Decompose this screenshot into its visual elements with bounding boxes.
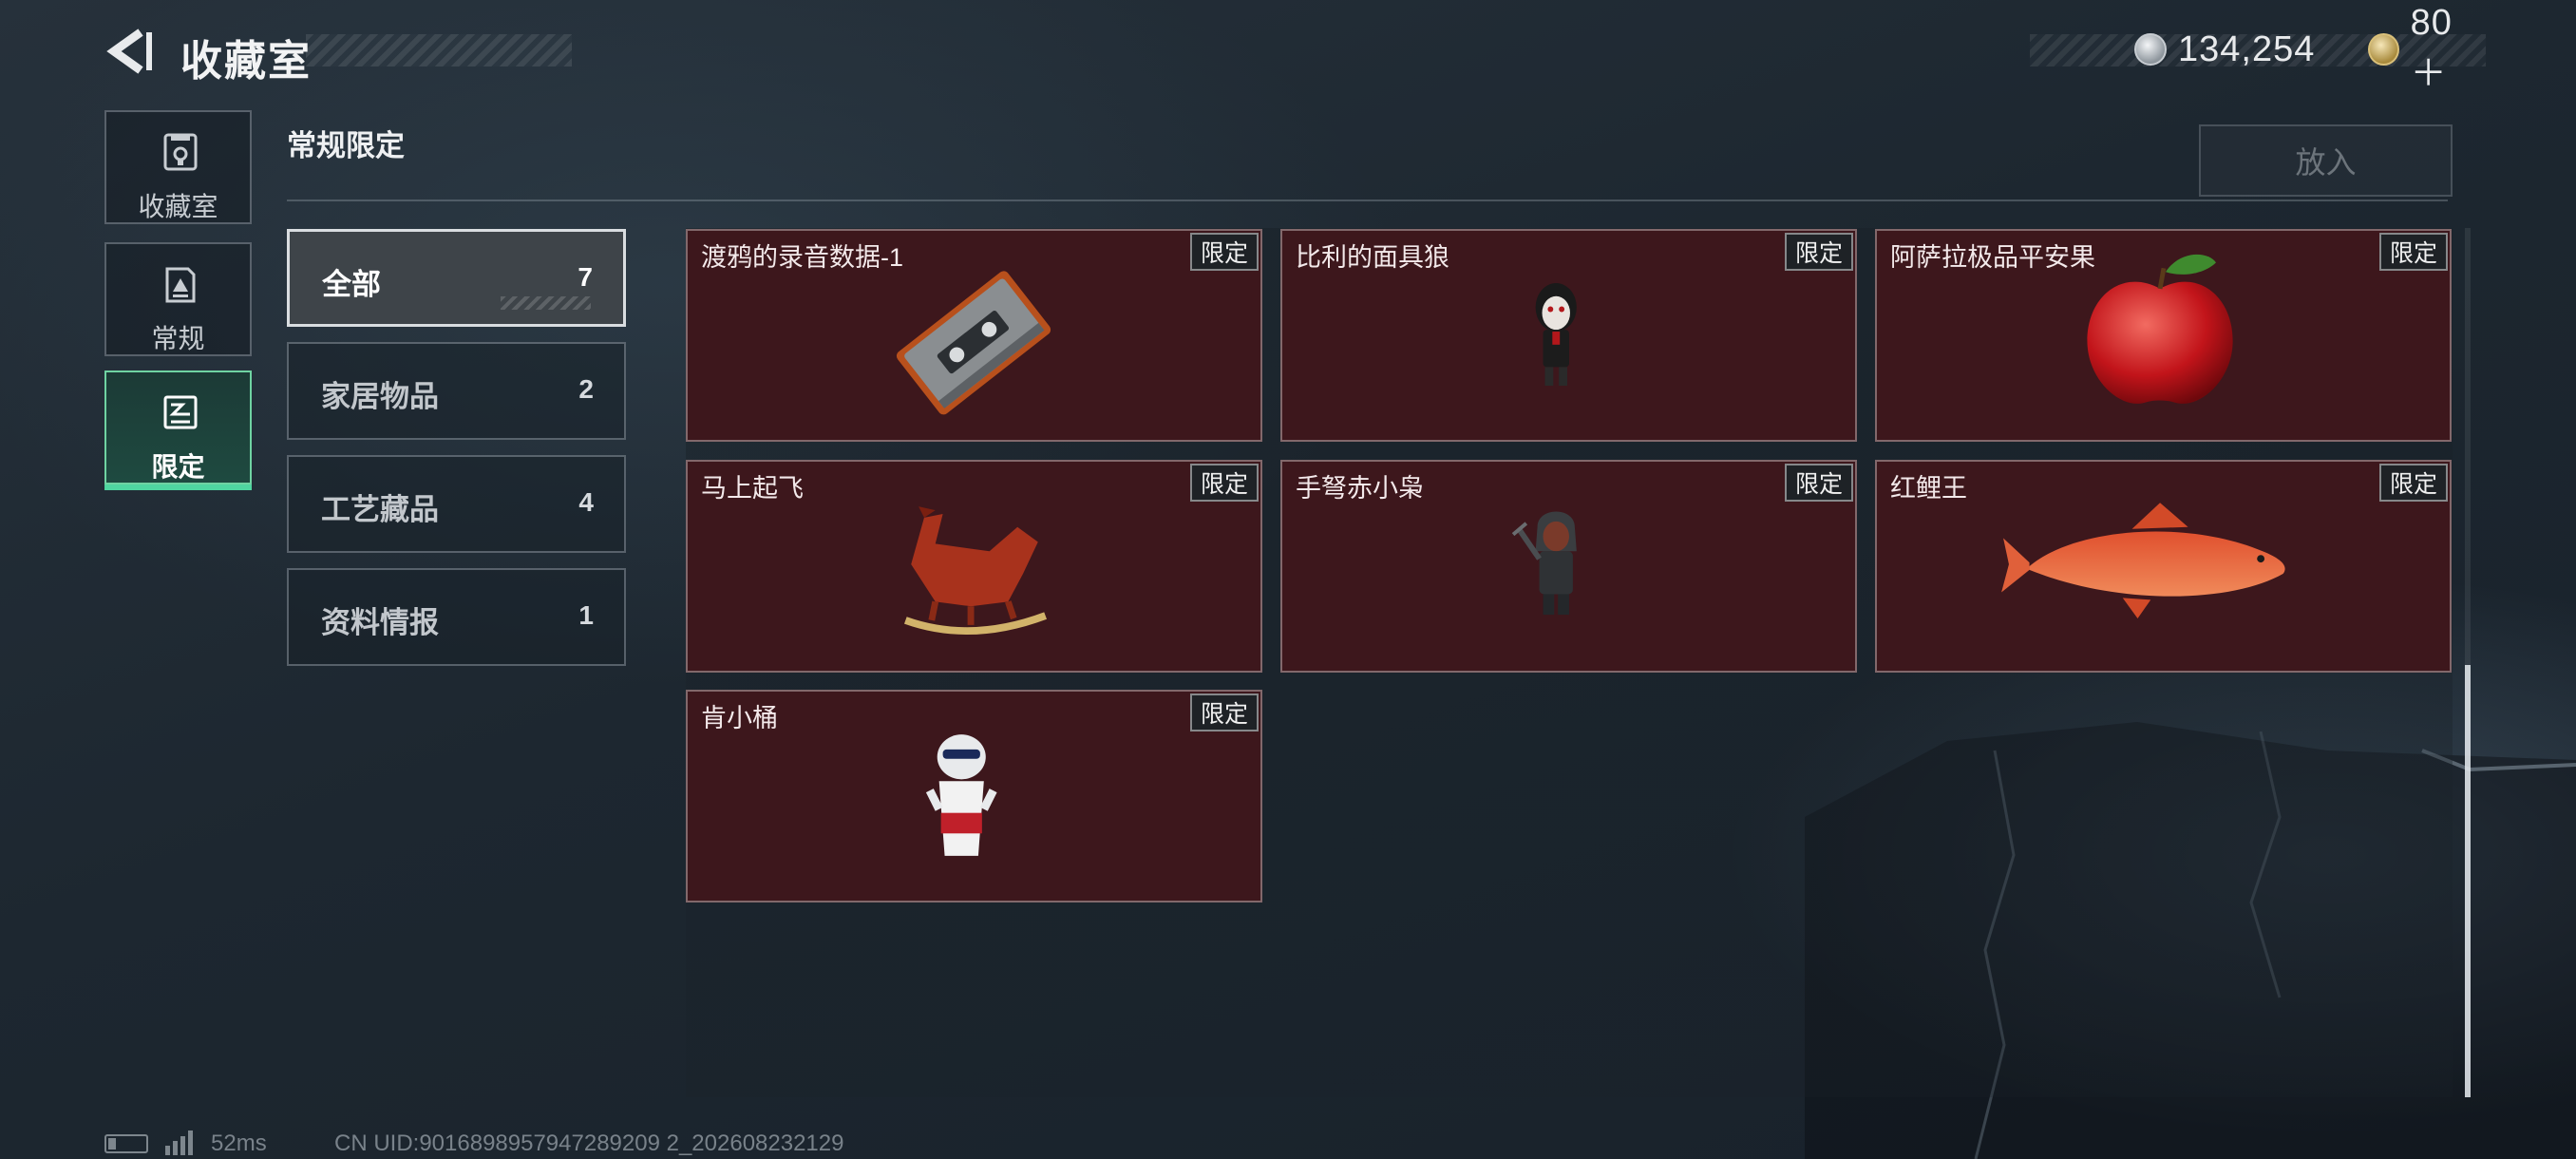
nav-item-collection-room[interactable]: 收藏室 bbox=[104, 110, 252, 224]
silver-currency: 134,254 bbox=[2134, 28, 2315, 70]
category-label: 全部 bbox=[322, 268, 381, 301]
page-title: 收藏室 bbox=[180, 38, 312, 85]
currency-bar: 134,254 80＋ bbox=[2030, 3, 2486, 94]
section-title: 常规限定 bbox=[287, 129, 405, 162]
item-card[interactable]: 渡鸦的录音数据-1 限定 bbox=[686, 229, 1262, 442]
item-name: 肯小桶 bbox=[701, 704, 778, 732]
silver-value: 134,254 bbox=[2178, 28, 2316, 69]
item-name: 渡鸦的录音数据-1 bbox=[701, 243, 904, 272]
item-card[interactable]: 肯小桶 限定 bbox=[686, 690, 1262, 902]
nav-label: 限定 bbox=[151, 452, 205, 482]
signal-icon bbox=[165, 1130, 193, 1155]
title-area: 收藏室 bbox=[163, 25, 572, 85]
nav-label: 常规 bbox=[151, 324, 205, 353]
section-divider bbox=[287, 200, 2448, 201]
scrollbar-thumb[interactable] bbox=[2465, 665, 2471, 1097]
item-card[interactable]: 阿萨拉极品平安果 限定 bbox=[1875, 229, 2452, 442]
collection-room-icon bbox=[161, 131, 199, 173]
category-count: 2 bbox=[578, 374, 594, 404]
category-crafts[interactable]: 工艺藏品 4 bbox=[287, 455, 626, 553]
item-card[interactable]: 红鲤王 限定 bbox=[1875, 460, 2452, 673]
item-name: 阿萨拉极品平安果 bbox=[1890, 243, 2095, 272]
category-label: 资料情报 bbox=[321, 606, 439, 639]
back-arrow-icon[interactable] bbox=[103, 25, 156, 78]
top-bar: 收藏室 134,254 80＋ bbox=[0, 0, 2576, 104]
user-uid: CN UID:9016898957947289209 2_20260823212… bbox=[334, 1130, 844, 1156]
item-name: 手弩赤小枭 bbox=[1296, 474, 1424, 503]
category-count: 7 bbox=[578, 262, 593, 292]
active-indicator bbox=[104, 484, 252, 490]
gold-value: 80＋ bbox=[2410, 3, 2453, 94]
limited-tag: 限定 bbox=[1785, 233, 1853, 271]
category-intel[interactable]: 资料情报 1 bbox=[287, 568, 626, 666]
silver-coin-icon bbox=[2134, 33, 2167, 66]
item-card[interactable]: 手弩赤小枭 限定 bbox=[1280, 460, 1857, 673]
ping-value: 52ms bbox=[211, 1130, 267, 1156]
nav-item-regular[interactable]: 常规 bbox=[104, 242, 252, 356]
gold-coin-icon bbox=[2368, 33, 2399, 66]
item-name: 比利的面具狼 bbox=[1296, 243, 1449, 272]
limited-tag: 限定 bbox=[1190, 233, 1259, 271]
limited-tag: 限定 bbox=[1190, 464, 1259, 502]
category-label: 工艺藏品 bbox=[321, 493, 439, 526]
battery-icon bbox=[104, 1134, 148, 1153]
category-count: 1 bbox=[578, 600, 594, 630]
limited-icon bbox=[161, 391, 199, 433]
category-count: 4 bbox=[578, 487, 594, 517]
limited-tag: 限定 bbox=[1190, 694, 1259, 732]
gold-currency[interactable]: 80＋ bbox=[2368, 3, 2486, 94]
limited-tag: 限定 bbox=[2379, 233, 2448, 271]
title-decoration bbox=[306, 34, 572, 66]
nav-label: 收藏室 bbox=[138, 192, 218, 221]
limited-tag: 限定 bbox=[1785, 464, 1853, 502]
category-all[interactable]: 全部 7 bbox=[287, 229, 626, 327]
category-decoration bbox=[501, 296, 591, 310]
regular-icon bbox=[161, 263, 199, 305]
limited-tag: 限定 bbox=[2379, 464, 2448, 502]
item-name: 红鲤王 bbox=[1890, 474, 1967, 503]
nav-item-limited[interactable]: 限定 bbox=[104, 370, 252, 490]
put-in-button[interactable]: 放入 bbox=[2199, 124, 2453, 197]
item-card[interactable]: 比利的面具狼 限定 bbox=[1280, 229, 1857, 442]
category-label: 家居物品 bbox=[321, 380, 439, 413]
item-name: 马上起飞 bbox=[701, 474, 804, 503]
category-home-items[interactable]: 家居物品 2 bbox=[287, 342, 626, 440]
item-card[interactable]: 马上起飞 限定 bbox=[686, 460, 1262, 673]
